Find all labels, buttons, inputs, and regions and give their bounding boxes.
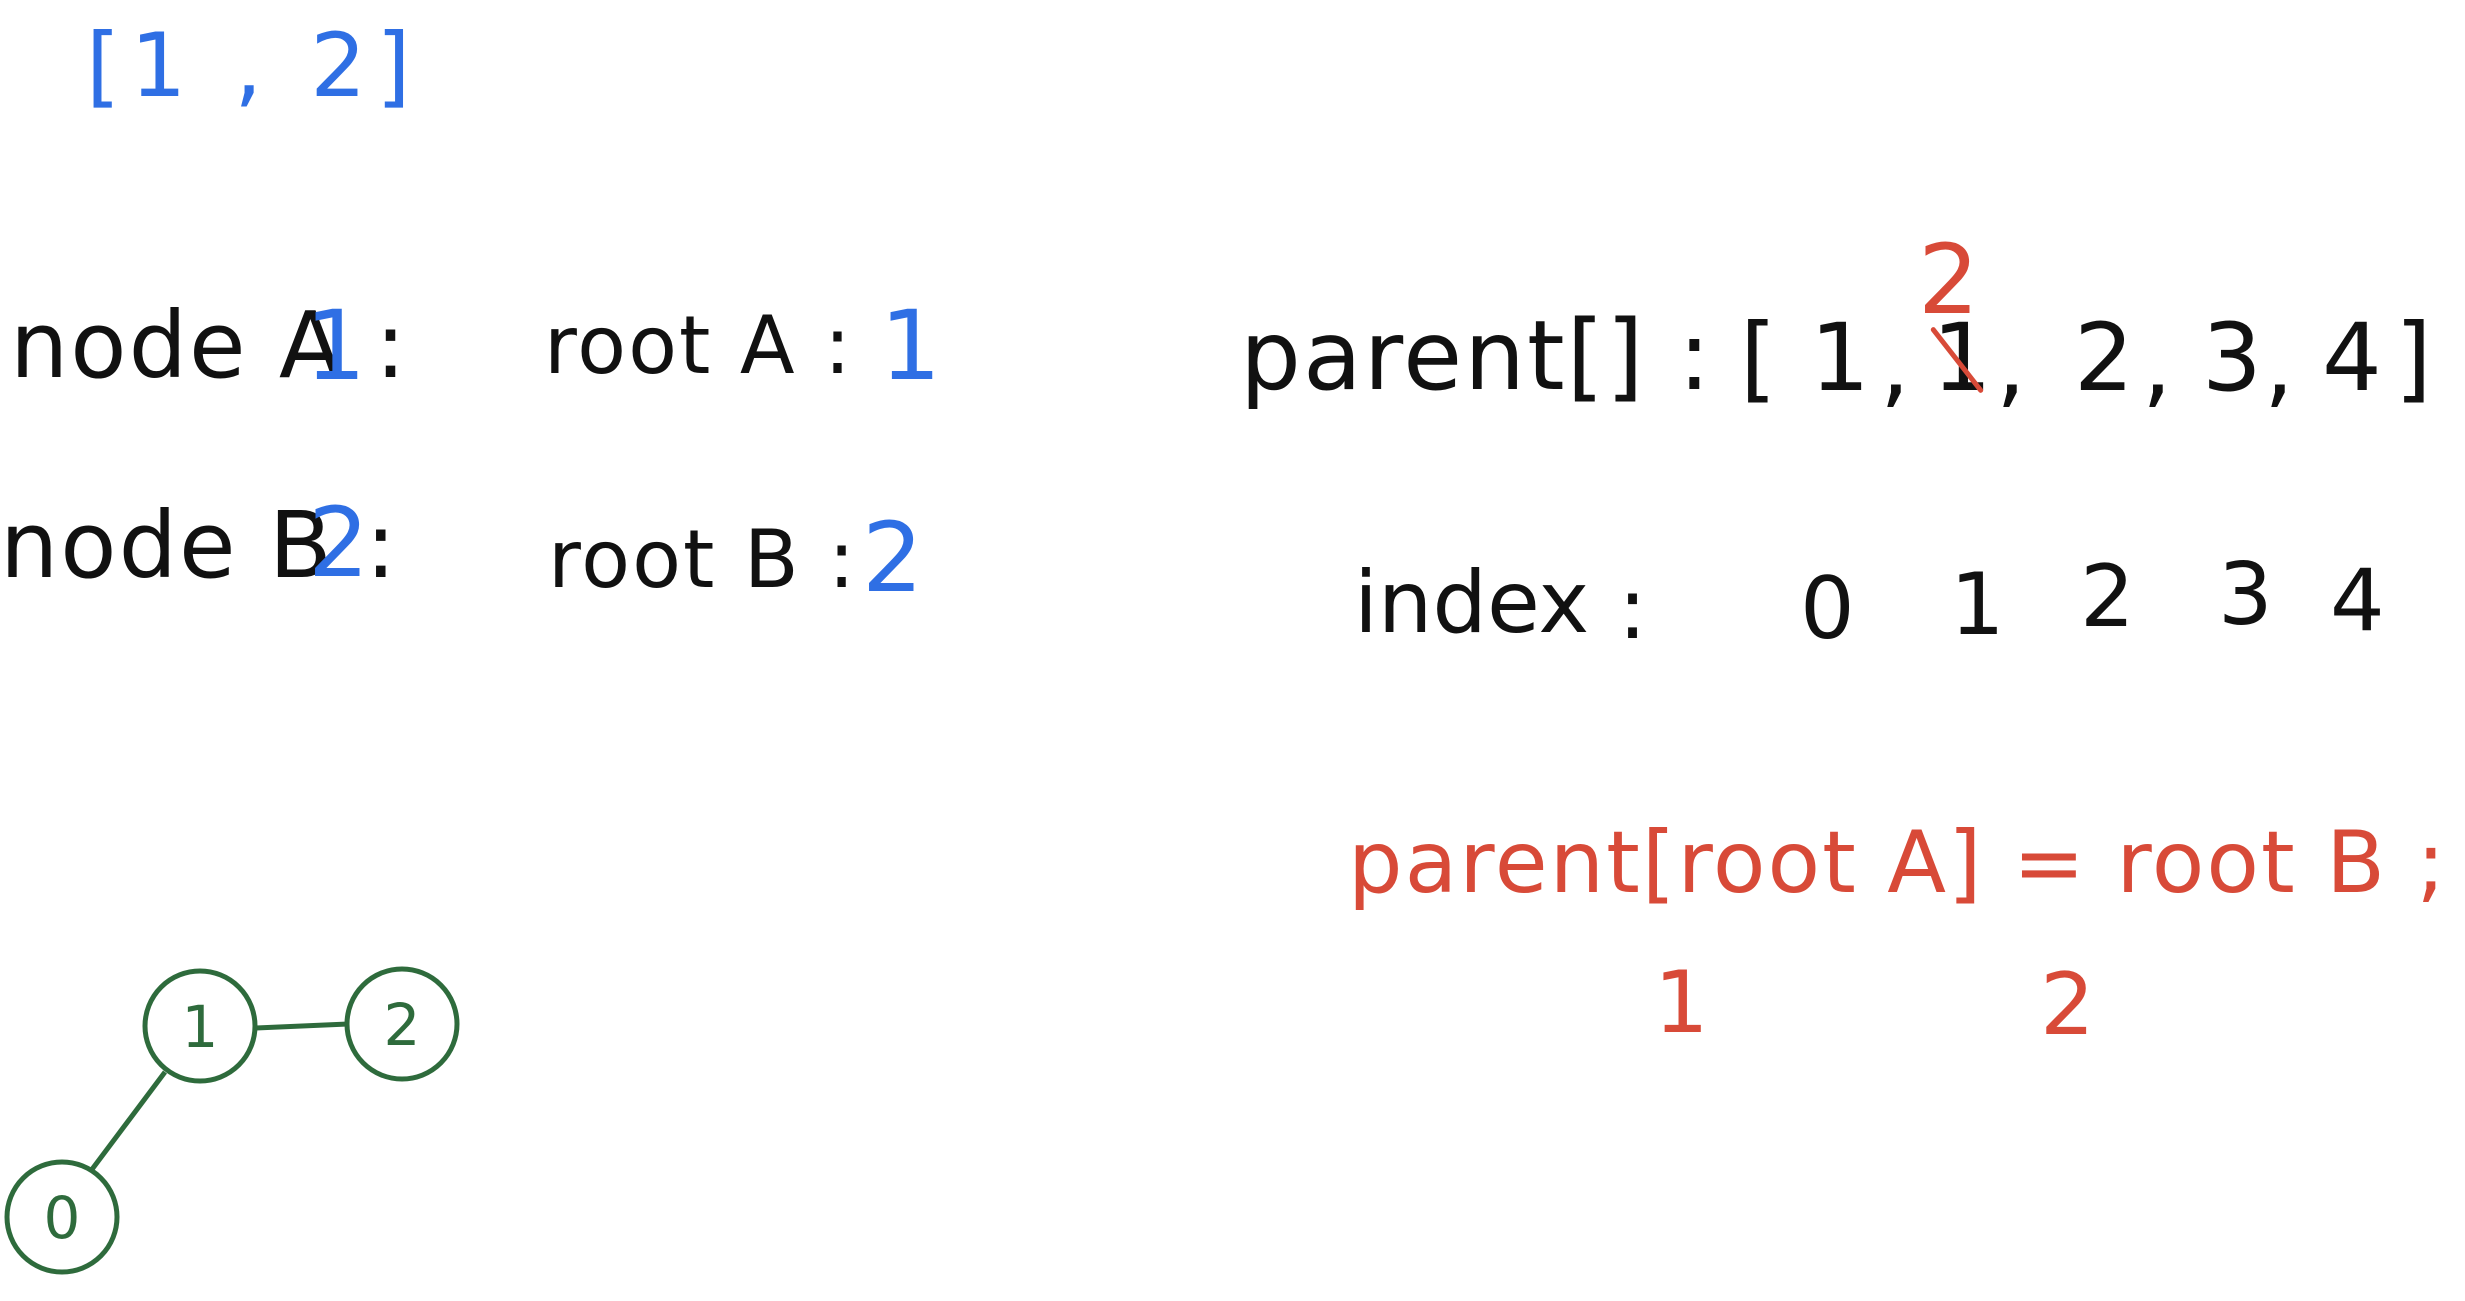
parent-element-1-replacement: 2 [1918, 224, 1980, 336]
node-0-circle [4, 1159, 120, 1275]
node-1-label: 1 [182, 993, 219, 1061]
index-0: 0 [1800, 559, 1855, 659]
assignment-right-value: 2 [2040, 955, 2095, 1055]
index-1: 1 [1950, 555, 2005, 655]
node-2-circle [344, 966, 460, 1082]
root-a-label: root A : [544, 299, 853, 392]
assignment-statement: parent[root A] = root B ; [1348, 813, 2448, 913]
edge-pair: [1 , 2] [86, 14, 421, 117]
union-find-graph: 1 2 0 [4, 966, 460, 1275]
index-4: 4 [2330, 551, 2385, 651]
node-b-value: 2 [308, 487, 370, 599]
whiteboard-canvas: [1 , 2] node A : 1 root A : 1 node B : 2… [0, 0, 2465, 1301]
node-2-label: 2 [384, 991, 421, 1059]
node-a-value: 1 [305, 290, 367, 402]
index-3: 3 [2218, 545, 2273, 645]
parent-separator-3: , [2264, 310, 2298, 419]
index-colon: : [1618, 559, 1647, 659]
root-b-value: 2 [862, 502, 924, 614]
node-1-circle [142, 968, 258, 1084]
parent-element-3: 3 [2202, 304, 2266, 413]
edge-1-2 [255, 1021, 349, 1031]
parent-close-bracket: ] [2395, 304, 2436, 413]
root-b-label: root B : [548, 513, 858, 606]
parent-separator-1: , [1996, 310, 2030, 419]
edge-1-0 [88, 1070, 167, 1174]
parent-element-2: 2 [2074, 304, 2138, 413]
parent-separator-2: , [2142, 310, 2176, 419]
parent-array-label: parent[] : [1240, 300, 1713, 412]
root-a-value: 1 [880, 290, 942, 402]
node-0-label: 0 [44, 1184, 81, 1252]
index-2: 2 [2080, 547, 2135, 647]
index-label: index [1354, 553, 1590, 653]
parent-element-4: 4 [2322, 304, 2386, 413]
parent-open-bracket: [ [1740, 304, 1781, 413]
parent-separator-0: , [1880, 310, 1914, 419]
assignment-left-value: 1 [1654, 953, 1709, 1053]
parent-element-0: 1 [1810, 304, 1874, 413]
